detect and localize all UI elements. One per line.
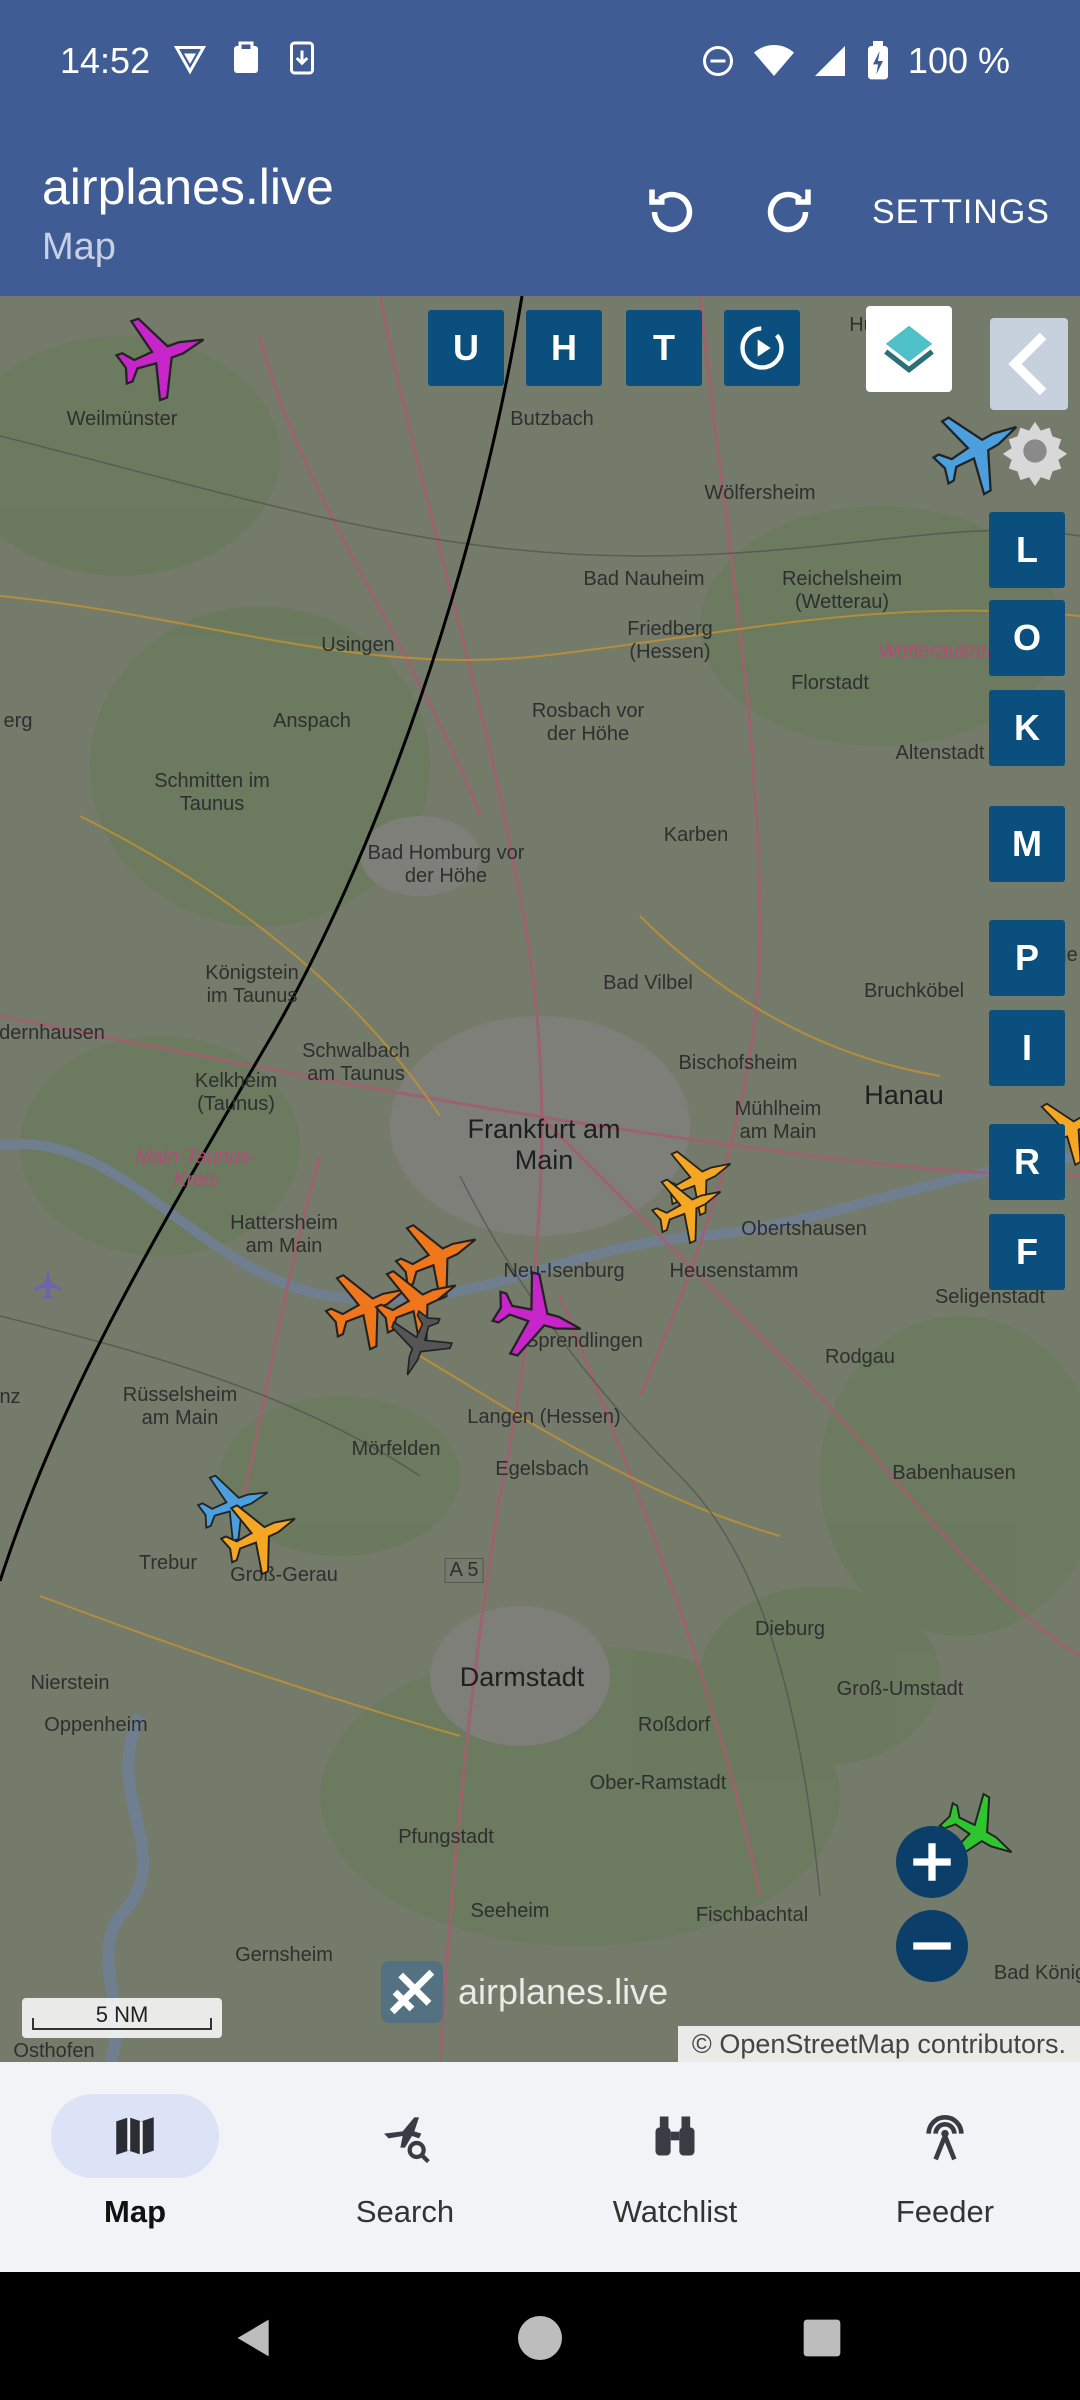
battery-charging-icon	[867, 41, 888, 80]
nav-map[interactable]: Map	[0, 2094, 270, 2230]
map-attribution[interactable]: © OpenStreetMap contributors.	[677, 2026, 1080, 2062]
toggle-h-button[interactable]: H	[526, 310, 602, 386]
recents-icon[interactable]	[802, 2318, 842, 2358]
status-time: 14:52	[60, 40, 151, 81]
nav-search-pill	[321, 2094, 489, 2178]
battery-level: 100 %	[907, 40, 1010, 81]
nav-search-label: Search	[355, 2194, 455, 2229]
scale-label: 5 NM	[95, 2002, 149, 2027]
map-layers-button[interactable]	[866, 306, 952, 392]
appbar-actions: SETTINGS	[640, 180, 1050, 244]
zoom-in-button[interactable]	[896, 1826, 968, 1898]
aircraft-icon[interactable]	[652, 1132, 746, 1225]
settings-gear-button[interactable]	[1000, 416, 1070, 486]
home-icon[interactable]	[516, 2314, 564, 2362]
refresh-icon	[767, 189, 811, 233]
cell-signal-icon	[814, 46, 845, 76]
aircraft-layer	[34, 299, 1080, 1885]
replay-button[interactable]	[724, 310, 800, 386]
status-right: 100 %	[700, 40, 1010, 82]
toggle-p-button[interactable]: P	[989, 920, 1065, 996]
reset-view-button[interactable]	[640, 180, 704, 244]
aircraft-icon[interactable]	[106, 299, 219, 410]
toggle-i-button[interactable]: I	[989, 1010, 1065, 1086]
minus-icon	[913, 1942, 951, 1950]
clipboard-icon	[234, 41, 258, 73]
settings-button[interactable]: SETTINGS	[872, 193, 1050, 232]
layers-icon	[884, 325, 934, 373]
chevron-left-icon	[1008, 332, 1047, 396]
zoom-out-button[interactable]	[896, 1910, 968, 1982]
nav-watchlist-pill	[591, 2094, 759, 2178]
collapse-panel-button[interactable]	[990, 318, 1068, 410]
replay-icon	[740, 326, 784, 370]
do-not-disturb-icon	[702, 46, 733, 76]
antenna-icon	[926, 2115, 964, 2161]
bottom-navigation: Map Search Watchlist Feeder	[0, 2062, 1080, 2272]
map-view[interactable]: Weilmünster Butzbach Wölfersheim Bad Nau…	[0, 296, 1080, 2062]
nav-watchlist[interactable]: Watchlist	[540, 2094, 810, 2230]
nav-feeder-label: Feeder	[895, 2194, 995, 2229]
nav-search[interactable]: Search	[270, 2094, 540, 2230]
refresh-button[interactable]	[756, 180, 820, 244]
binoculars-icon	[655, 2116, 695, 2156]
toggle-t-button[interactable]: T	[626, 310, 702, 386]
map-scale: 5 NM	[22, 1998, 222, 2038]
toggle-u-button[interactable]: U	[428, 310, 504, 386]
plus-icon	[913, 1843, 951, 1881]
map-watermark: airplanes.live	[378, 1958, 668, 2026]
map-icon	[116, 2117, 154, 2155]
toggle-f-button[interactable]: F	[989, 1214, 1065, 1290]
gear-icon	[1002, 421, 1068, 486]
toggle-l-button[interactable]: L	[989, 512, 1065, 588]
download-icon	[290, 41, 314, 75]
back-icon[interactable]	[232, 2316, 276, 2360]
nav-feeder-pill	[861, 2094, 1029, 2178]
toggle-r-button[interactable]: R	[989, 1124, 1065, 1200]
nav-watchlist-label: Watchlist	[612, 2194, 738, 2229]
app-title: airplanes.live	[42, 159, 334, 215]
airplane-search-icon	[384, 2117, 430, 2164]
toggle-m-button[interactable]: M	[989, 806, 1065, 882]
nav-feeder[interactable]: Feeder	[810, 2094, 1080, 2230]
toggle-o-button[interactable]: O	[989, 600, 1065, 676]
system-navigation-bar	[0, 2272, 1080, 2400]
app-header: 14:52 100 % airplanes.live Map SETTINGS	[0, 0, 1080, 296]
undo-rotate-icon	[649, 189, 693, 233]
nav-map-pill	[51, 2094, 219, 2178]
toggle-k-button[interactable]: K	[989, 690, 1065, 766]
notification-icons	[172, 40, 320, 76]
watermark-text: airplanes.live	[458, 1971, 669, 2012]
airplanes-live-logo-icon	[380, 1960, 444, 2024]
vpn-shield-icon	[173, 46, 207, 75]
aircraft-icon[interactable]	[484, 1264, 593, 1371]
airport-icon	[34, 1270, 62, 1299]
nav-map-label: Map	[104, 2194, 166, 2229]
app-subtitle: Map	[42, 226, 116, 268]
wifi-icon	[753, 45, 794, 76]
